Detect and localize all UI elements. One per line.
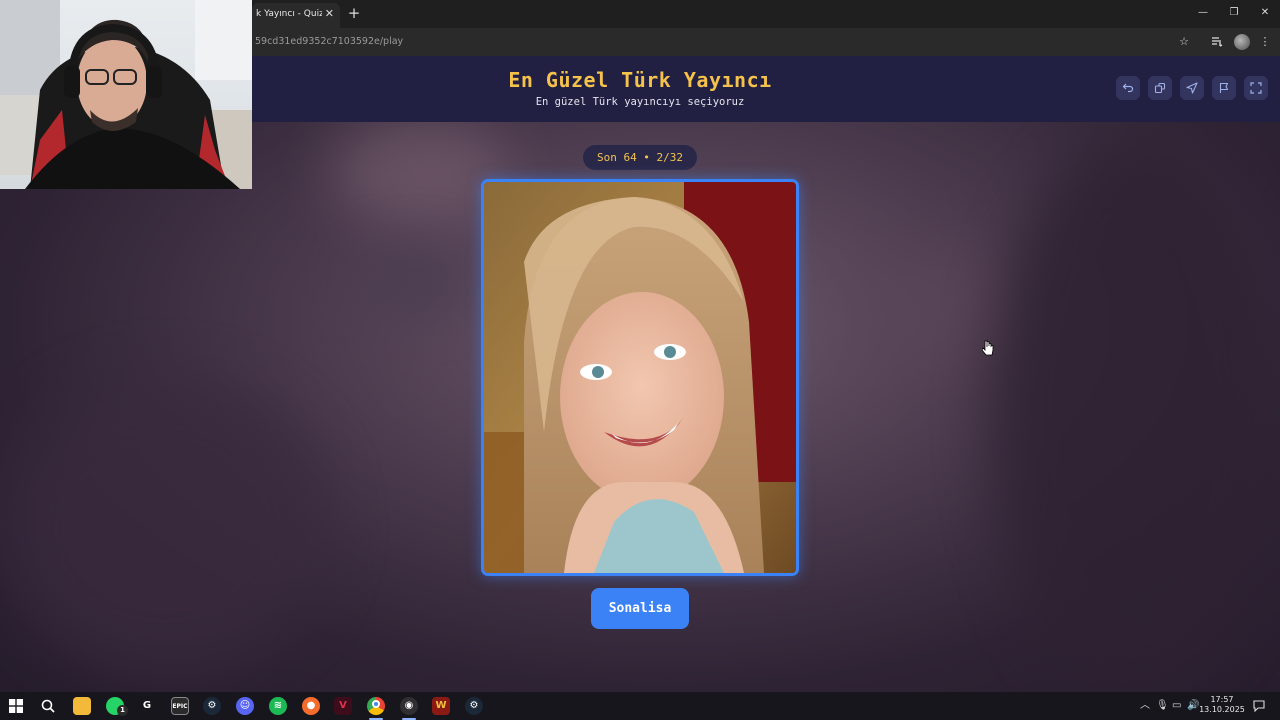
epic-games-icon[interactable]: EPIC xyxy=(171,697,189,715)
report-button[interactable] xyxy=(1212,76,1236,100)
discord-icon[interactable]: ☺ xyxy=(236,697,254,715)
menu-icon[interactable]: ⋮ xyxy=(1258,35,1272,49)
tab-close-icon[interactable]: ✕ xyxy=(325,3,334,25)
steam-icon[interactable]: ⚙ xyxy=(465,697,483,715)
minimize-button[interactable]: — xyxy=(1188,4,1218,22)
send-button[interactable] xyxy=(1180,76,1204,100)
notification-icon[interactable] xyxy=(1253,692,1265,720)
url-field[interactable]: 59cd31ed9352c7103592e/play xyxy=(255,28,403,56)
new-tab-button[interactable]: + xyxy=(347,3,361,23)
steam-icon[interactable]: ⚙ xyxy=(203,697,221,715)
background-blur xyxy=(360,246,470,316)
round-indicator: Son 64 • 2/32 xyxy=(583,145,697,170)
origin-icon[interactable]: ● xyxy=(302,697,320,715)
webcam-overlay xyxy=(0,0,252,189)
network-icon[interactable]: ▭ xyxy=(1172,692,1181,720)
file-explorer-icon[interactable] xyxy=(73,697,91,715)
undo-button[interactable] xyxy=(1116,76,1140,100)
background-blur xyxy=(0,376,330,676)
logitech-g-icon[interactable]: G xyxy=(138,697,156,715)
app-v-icon[interactable]: V xyxy=(334,697,352,715)
webcam-feed xyxy=(0,0,252,189)
undo-icon xyxy=(1122,83,1134,93)
chevron-up-icon[interactable]: ︿ xyxy=(1140,692,1150,720)
spotify-icon[interactable]: ≋ xyxy=(269,697,287,715)
mouse-cursor-icon xyxy=(982,340,994,356)
background-blur xyxy=(990,136,1280,692)
chrome-icon[interactable] xyxy=(367,697,385,715)
tab-title: k Yayıncı - Quizei xyxy=(256,9,322,19)
obs-icon[interactable]: ◉ xyxy=(400,697,418,715)
media-icon[interactable] xyxy=(1210,35,1224,49)
windows-start-icon[interactable] xyxy=(7,697,25,715)
clock-date: 13.10.2025 xyxy=(1199,705,1245,714)
clock-time: 17:57 xyxy=(1210,695,1234,704)
share-icon xyxy=(1154,82,1166,94)
contestant-photo xyxy=(484,182,796,573)
app-w-icon[interactable]: W xyxy=(432,697,450,715)
volume-icon[interactable]: 🔊 xyxy=(1187,692,1199,720)
restore-button[interactable]: ❐ xyxy=(1219,4,1249,22)
close-window-button[interactable]: ✕ xyxy=(1250,4,1280,22)
microphone-icon[interactable]: 🎙 xyxy=(1156,692,1169,720)
contestant-photo-card[interactable] xyxy=(481,179,799,576)
share-button[interactable] xyxy=(1148,76,1172,100)
send-icon xyxy=(1186,82,1198,94)
search-icon[interactable] xyxy=(39,697,57,715)
flag-icon xyxy=(1219,82,1229,93)
fullscreen-icon xyxy=(1250,82,1262,94)
whatsapp-badge: 1 xyxy=(117,705,128,716)
whatsapp-icon[interactable]: 1 xyxy=(106,697,128,716)
profile-avatar[interactable] xyxy=(1234,34,1250,50)
star-icon[interactable]: ☆ xyxy=(1177,35,1191,49)
browser-tab[interactable]: k Yayıncı - Quizei ✕ xyxy=(252,3,340,28)
fullscreen-button[interactable] xyxy=(1244,76,1268,100)
system-clock[interactable]: 17:57 13.10.2025 xyxy=(1199,695,1245,715)
contestant-choose-button[interactable]: Sonalisa xyxy=(591,588,689,629)
windows-taskbar: 1 G EPIC ⚙ ☺ ≋ ● V ◉ W ⚙ ︿ 🎙 ▭ 🔊 17:57 1… xyxy=(0,692,1280,720)
